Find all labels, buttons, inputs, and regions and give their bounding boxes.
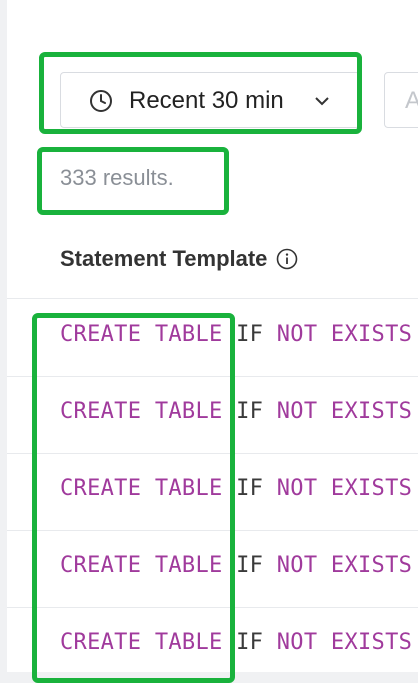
table-divider <box>7 298 418 299</box>
sql-text: IF <box>236 399 264 424</box>
table-row[interactable]: CREATE TABLE IF NOT EXISTS <box>7 300 418 376</box>
results-count: 333 results. <box>60 165 174 190</box>
filter-dropdown-label: A <box>405 87 418 114</box>
chevron-down-icon <box>315 97 329 106</box>
column-header-statement-template[interactable]: Statement Template <box>60 246 298 272</box>
info-icon[interactable] <box>276 248 298 270</box>
table-row[interactable]: CREATE TABLE IF NOT EXISTS <box>7 608 418 672</box>
clock-icon <box>90 90 112 112</box>
sql-text: IF <box>236 476 264 501</box>
statement-template-cell[interactable]: CREATE TABLE IF NOT EXISTS <box>60 322 412 347</box>
column-header-label: Statement Template <box>60 246 268 271</box>
sql-keyword: CREATE TABLE <box>60 476 223 501</box>
sql-keyword: NOT EXISTS <box>276 322 413 347</box>
statement-template-cell[interactable]: CREATE TABLE IF NOT EXISTS <box>60 553 412 578</box>
time-range-dropdown[interactable]: Recent 30 min <box>60 72 360 128</box>
sql-text: IF <box>236 322 264 347</box>
sql-keyword: NOT EXISTS <box>276 630 413 655</box>
time-range-label: Recent 30 min <box>129 87 284 114</box>
sql-text: IF <box>236 630 264 655</box>
statement-template-cell[interactable]: CREATE TABLE IF NOT EXISTS <box>60 399 412 424</box>
filter-dropdown[interactable]: A <box>384 72 418 128</box>
table-row[interactable]: CREATE TABLE IF NOT EXISTS <box>7 454 418 530</box>
sql-keyword: NOT EXISTS <box>276 399 413 424</box>
sql-keyword: CREATE TABLE <box>60 630 223 655</box>
statements-panel: Recent 30 min A 333 results. Statement T… <box>7 0 418 672</box>
statement-template-cell[interactable]: CREATE TABLE IF NOT EXISTS <box>60 476 412 501</box>
sql-keyword: CREATE TABLE <box>60 322 223 347</box>
sql-keyword: CREATE TABLE <box>60 399 223 424</box>
table-row[interactable]: CREATE TABLE IF NOT EXISTS <box>7 531 418 607</box>
statement-template-cell[interactable]: CREATE TABLE IF NOT EXISTS <box>60 630 412 655</box>
sql-keyword: NOT EXISTS <box>276 553 413 578</box>
table-row[interactable]: CREATE TABLE IF NOT EXISTS <box>7 377 418 453</box>
sql-keyword: NOT EXISTS <box>276 476 413 501</box>
sql-text: IF <box>236 553 264 578</box>
sql-keyword: CREATE TABLE <box>60 553 223 578</box>
